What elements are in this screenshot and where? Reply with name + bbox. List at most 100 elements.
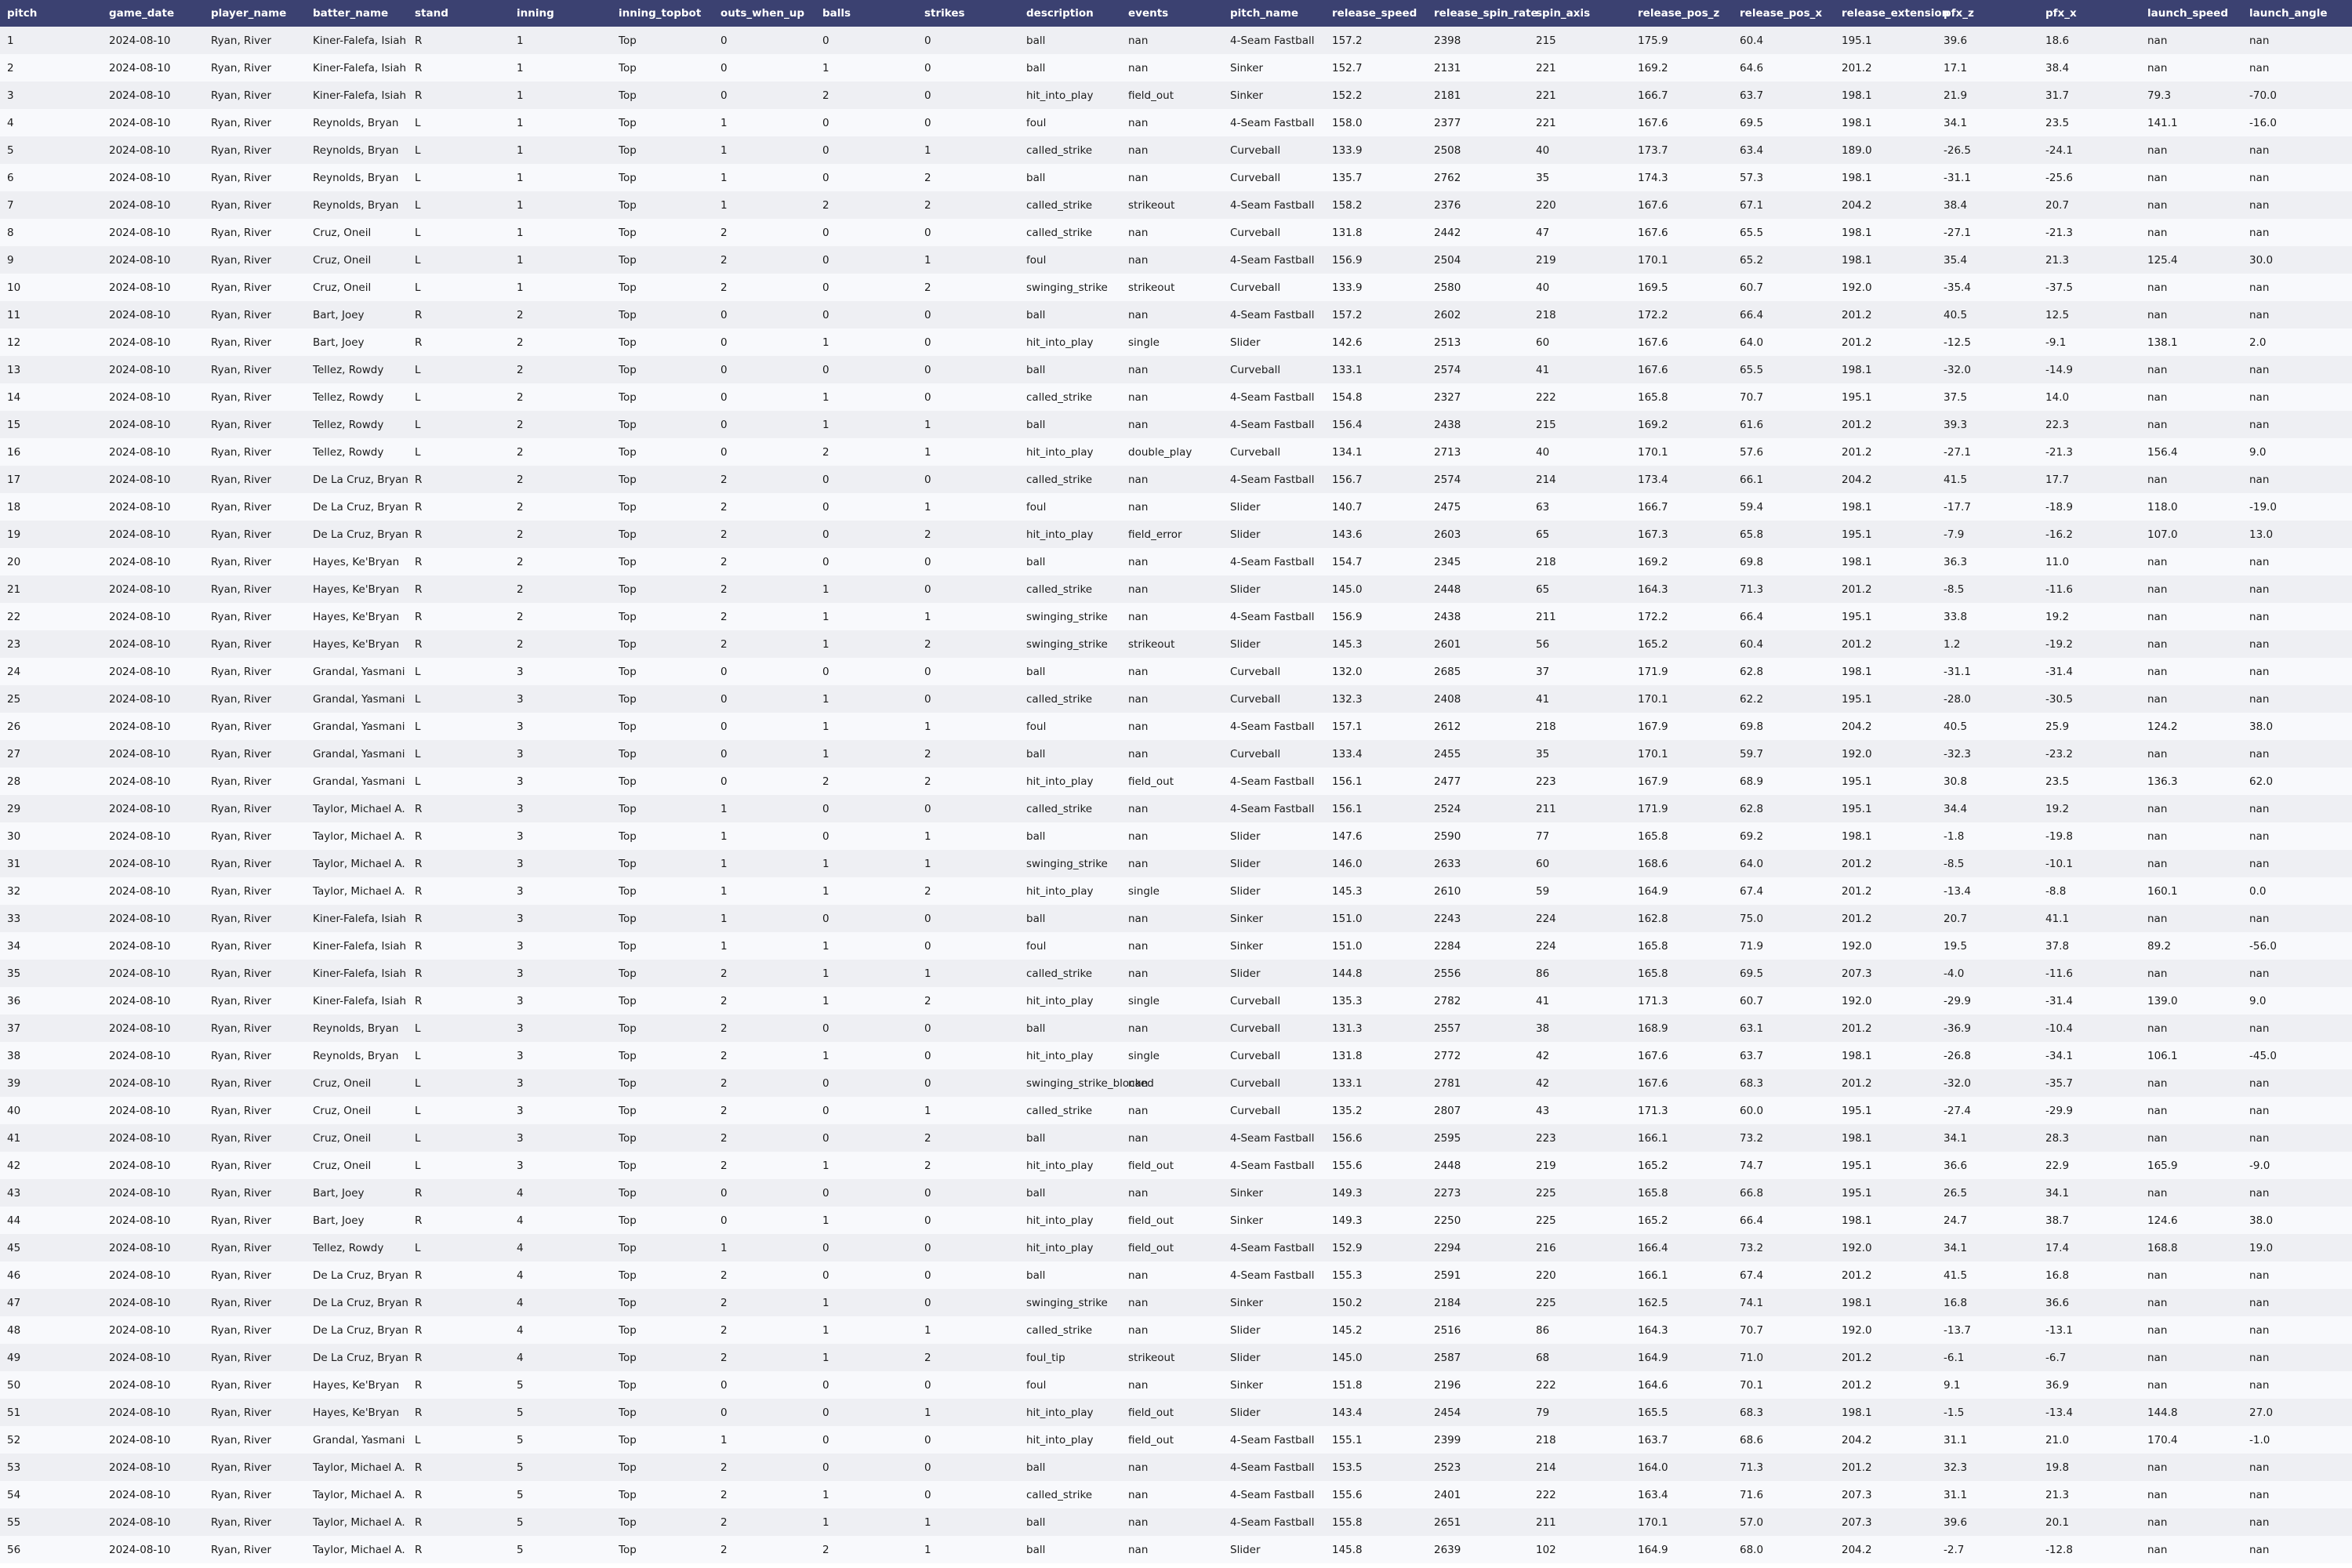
cell-launch-angle: 38.0	[2249, 720, 2274, 733]
cell-pitch-name: Slider	[1230, 583, 1261, 596]
column-header-pfx-x[interactable]: pfx_x	[2038, 0, 2140, 27]
cell-launch-angle: nan	[2249, 308, 2270, 321]
cell-spin-axis: 219	[1536, 1159, 1556, 1172]
column-header-release-spin-rate[interactable]: release_spin_rate	[1427, 0, 1538, 27]
column-header-stand[interactable]: stand	[408, 0, 510, 27]
column-header-pitch-name[interactable]: pitch_name	[1223, 0, 1325, 27]
cell-batter-name: Tellez, Rowdy	[313, 1241, 384, 1254]
column-header-description[interactable]: description	[1019, 0, 1121, 27]
cell-release-pos-x: 71.9	[1740, 939, 1764, 953]
cell-description: called_strike	[1026, 802, 1093, 815]
column-header-events[interactable]: events	[1121, 0, 1223, 27]
cell-release-pos-z: 165.5	[1638, 1406, 1668, 1419]
column-header-release-pos-z[interactable]: release_pos_z	[1631, 0, 1733, 27]
cell-batter-name: Tellez, Rowdy	[313, 418, 384, 431]
cell-inning: 1	[517, 253, 524, 267]
cell-inning-topbot: Top	[619, 802, 637, 815]
cell-release-pos-x: 74.7	[1740, 1159, 1764, 1172]
cell-pfx-z: 33.8	[1944, 610, 1968, 623]
cell-pfx-z: -35.4	[1944, 281, 1971, 294]
cell-release-pos-z: 165.8	[1638, 967, 1668, 980]
column-header-release-speed[interactable]: release_speed	[1325, 0, 1427, 27]
cell-inning: 4	[517, 1269, 524, 1282]
column-header-balls[interactable]: balls	[815, 0, 917, 27]
cell-pfx-z: 31.1	[1944, 1433, 1968, 1446]
cell-release-pos-z: 166.7	[1638, 500, 1668, 514]
cell-release-pos-z: 173.7	[1638, 143, 1668, 157]
cell-release-pos-x: 69.5	[1740, 967, 1764, 980]
cell-game-date: 2024-08-10	[109, 473, 171, 486]
cell-release-speed: 135.7	[1332, 171, 1363, 184]
cell-strikes: 0	[924, 1269, 931, 1282]
cell-player-name: Ryan, River	[211, 1186, 272, 1200]
cell-batter-name: Reynolds, Bryan	[313, 116, 399, 129]
cell-description: ball	[1026, 555, 1046, 568]
cell-release-spin-rate: 2294	[1434, 1241, 1461, 1254]
table-row: 35 2024-08-10 Ryan, River Kiner-Falefa, Isi…	[0, 960, 2352, 987]
cell-release-pos-x: 74.1	[1740, 1296, 1764, 1309]
cell-release-pos-x: 65.8	[1740, 528, 1764, 541]
column-header-inning[interactable]: inning	[510, 0, 612, 27]
cell-inning: 2	[517, 445, 524, 459]
cell-outs-when-up: 0	[720, 665, 728, 678]
cell-inning: 5	[517, 1543, 524, 1556]
cell-events: strikeout	[1128, 281, 1175, 294]
cell-events: single	[1128, 994, 1160, 1007]
cell-batter-name: Cruz, Oneil	[313, 226, 372, 239]
cell-pitch-name: Slider	[1230, 857, 1261, 870]
cell-strikes: 2	[924, 198, 931, 212]
cell-release-pos-x: 69.5	[1740, 116, 1764, 129]
cell-pfx-x: -37.5	[2045, 281, 2073, 294]
cell-inning: 2	[517, 336, 524, 349]
cell-release-pos-z: 167.6	[1638, 336, 1668, 349]
cell-description: ball	[1026, 308, 1046, 321]
cell-inning-topbot: Top	[619, 1076, 637, 1090]
cell-pfx-z: -8.5	[1944, 857, 1965, 870]
cell-pitch: 2	[7, 61, 14, 74]
column-header-outs-when-up[interactable]: outs_when_up	[713, 0, 815, 27]
cell-inning-topbot: Top	[619, 61, 637, 74]
cell-release-pos-z: 169.2	[1638, 61, 1668, 74]
cell-player-name: Ryan, River	[211, 1461, 272, 1474]
column-header-launch-speed[interactable]: launch_speed	[2140, 0, 2242, 27]
column-header-launch-angle[interactable]: launch_angle	[2242, 0, 2352, 27]
cell-game-date: 2024-08-10	[109, 1488, 171, 1501]
column-header-game-date[interactable]: game_date	[102, 0, 204, 27]
column-header-player-name[interactable]: player_name	[204, 0, 306, 27]
column-header-spin-axis[interactable]: spin_axis	[1529, 0, 1631, 27]
column-header-release-pos-x[interactable]: release_pos_x	[1733, 0, 1835, 27]
cell-stand: L	[415, 1022, 421, 1035]
cell-launch-speed: 124.2	[2147, 720, 2178, 733]
cell-release-pos-x: 65.5	[1740, 226, 1764, 239]
cell-outs-when-up: 0	[720, 445, 728, 459]
cell-release-spin-rate: 2376	[1434, 198, 1461, 212]
cell-balls: 1	[822, 994, 829, 1007]
cell-pitch-name: Sinker	[1230, 912, 1264, 925]
cell-release-extension: 192.0	[1842, 939, 1872, 953]
column-header-pfx-z[interactable]: pfx_z	[1936, 0, 2038, 27]
cell-events: nan	[1128, 34, 1149, 47]
cell-player-name: Ryan, River	[211, 829, 272, 843]
cell-launch-angle: 9.0	[2249, 445, 2267, 459]
cell-launch-speed: 106.1	[2147, 1049, 2178, 1062]
cell-stand: R	[415, 1488, 423, 1501]
column-header-release-extension[interactable]: release_extension	[1835, 0, 1949, 27]
column-header-pitch[interactable]: pitch	[0, 0, 102, 27]
cell-launch-angle: nan	[2249, 390, 2270, 404]
cell-strikes: 1	[924, 829, 931, 843]
column-header-batter-name[interactable]: batter_name	[306, 0, 408, 27]
cell-outs-when-up: 2	[720, 1543, 728, 1556]
cell-launch-speed: nan	[2147, 637, 2168, 651]
cell-inning-topbot: Top	[619, 1022, 637, 1035]
cell-description: hit_into_play	[1026, 1241, 1094, 1254]
column-header-strikes[interactable]: strikes	[917, 0, 1019, 27]
cell-outs-when-up: 1	[720, 802, 728, 815]
cell-release-pos-z: 166.7	[1638, 89, 1668, 102]
cell-launch-speed: 89.2	[2147, 939, 2172, 953]
cell-release-speed: 151.0	[1332, 939, 1363, 953]
cell-balls: 1	[822, 884, 829, 898]
cell-release-speed: 135.3	[1332, 994, 1363, 1007]
cell-batter-name: Reynolds, Bryan	[313, 143, 399, 157]
cell-balls: 1	[822, 720, 829, 733]
column-header-inning-topbot[interactable]: inning_topbot	[612, 0, 713, 27]
